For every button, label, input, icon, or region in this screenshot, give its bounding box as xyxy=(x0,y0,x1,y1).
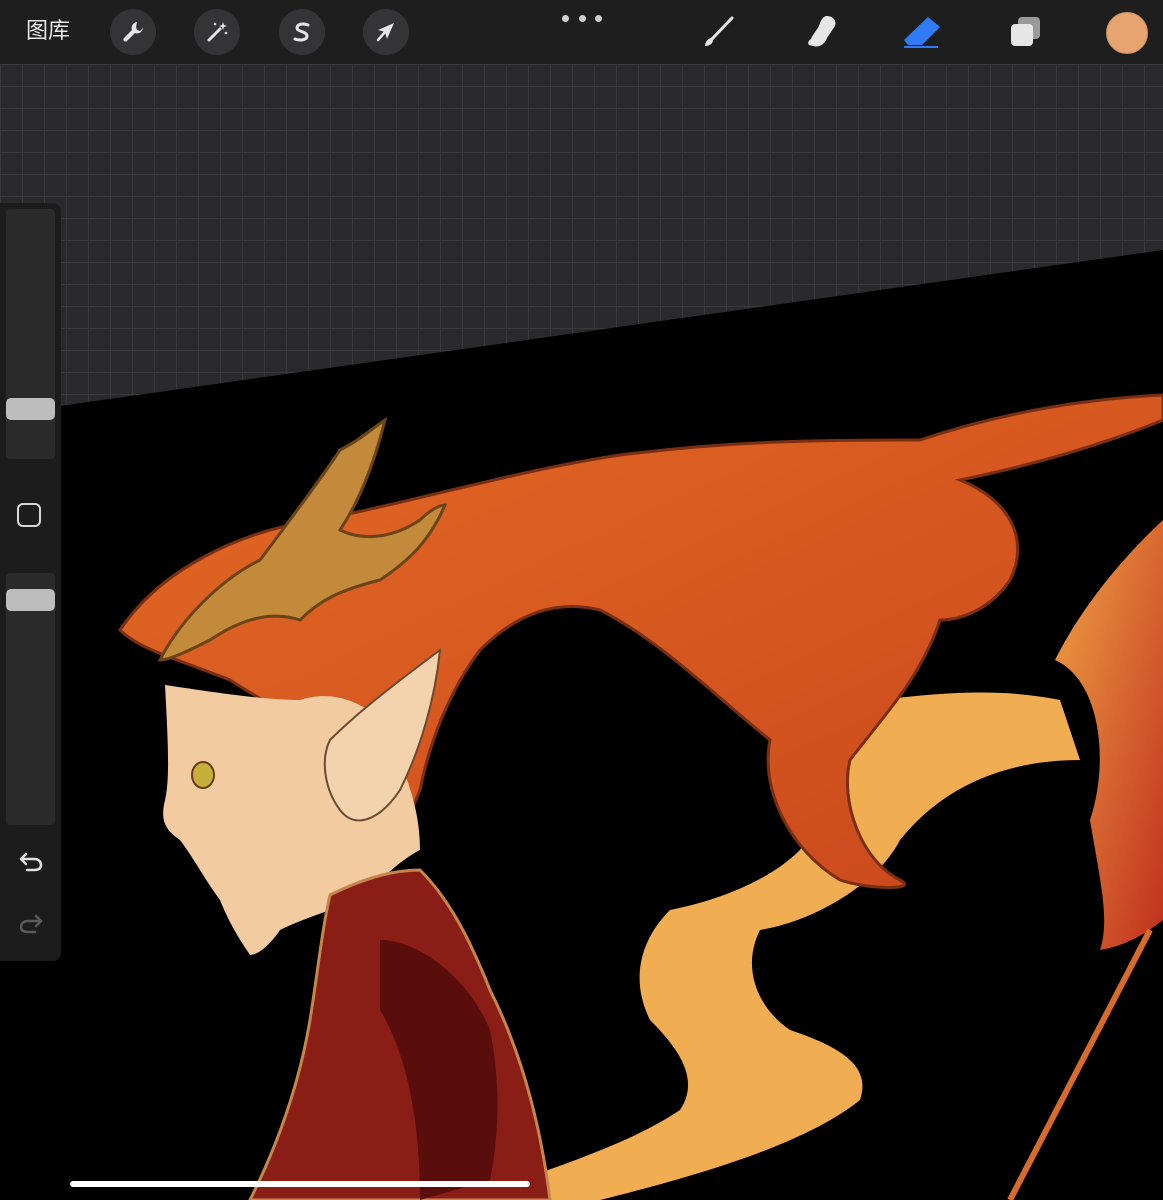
layers-icon xyxy=(1011,17,1040,46)
canvas-artwork[interactable] xyxy=(0,0,1163,1200)
left-sidebar xyxy=(0,203,61,961)
opacity-slider[interactable] xyxy=(6,573,55,825)
top-toolbar: 图库 xyxy=(0,0,1163,64)
undo-arrow-icon xyxy=(19,852,43,872)
undo-button[interactable] xyxy=(16,847,46,877)
wrench-icon xyxy=(123,22,143,42)
more-dots-icon[interactable] xyxy=(562,12,602,24)
brush-size-slider[interactable] xyxy=(6,209,55,459)
selection-button[interactable] xyxy=(279,9,325,55)
brush-tool-button[interactable] xyxy=(696,10,740,54)
redo-button[interactable] xyxy=(16,909,46,939)
smudge-finger-icon xyxy=(808,16,836,47)
selection-s-icon xyxy=(293,22,310,42)
layers-button[interactable] xyxy=(1004,10,1048,54)
eraser-tool-button[interactable] xyxy=(900,10,944,54)
arrow-cursor-icon xyxy=(376,23,394,42)
color-picker-swatch[interactable] xyxy=(1106,12,1148,54)
gallery-button[interactable]: 图库 xyxy=(26,14,70,50)
redo-arrow-icon xyxy=(19,914,43,934)
brush-size-thumb[interactable] xyxy=(6,398,55,420)
actions-button[interactable] xyxy=(110,9,156,55)
eraser-icon xyxy=(904,17,940,48)
eye-shape xyxy=(191,761,215,789)
magic-wand-icon xyxy=(207,22,228,42)
home-indicator[interactable] xyxy=(70,1181,530,1187)
smudge-tool-button[interactable] xyxy=(799,10,843,54)
brush-icon xyxy=(705,16,734,46)
opacity-thumb[interactable] xyxy=(6,589,55,611)
square-modify-icon[interactable] xyxy=(17,503,41,527)
adjustments-button[interactable] xyxy=(194,9,240,55)
transform-button[interactable] xyxy=(363,9,409,55)
